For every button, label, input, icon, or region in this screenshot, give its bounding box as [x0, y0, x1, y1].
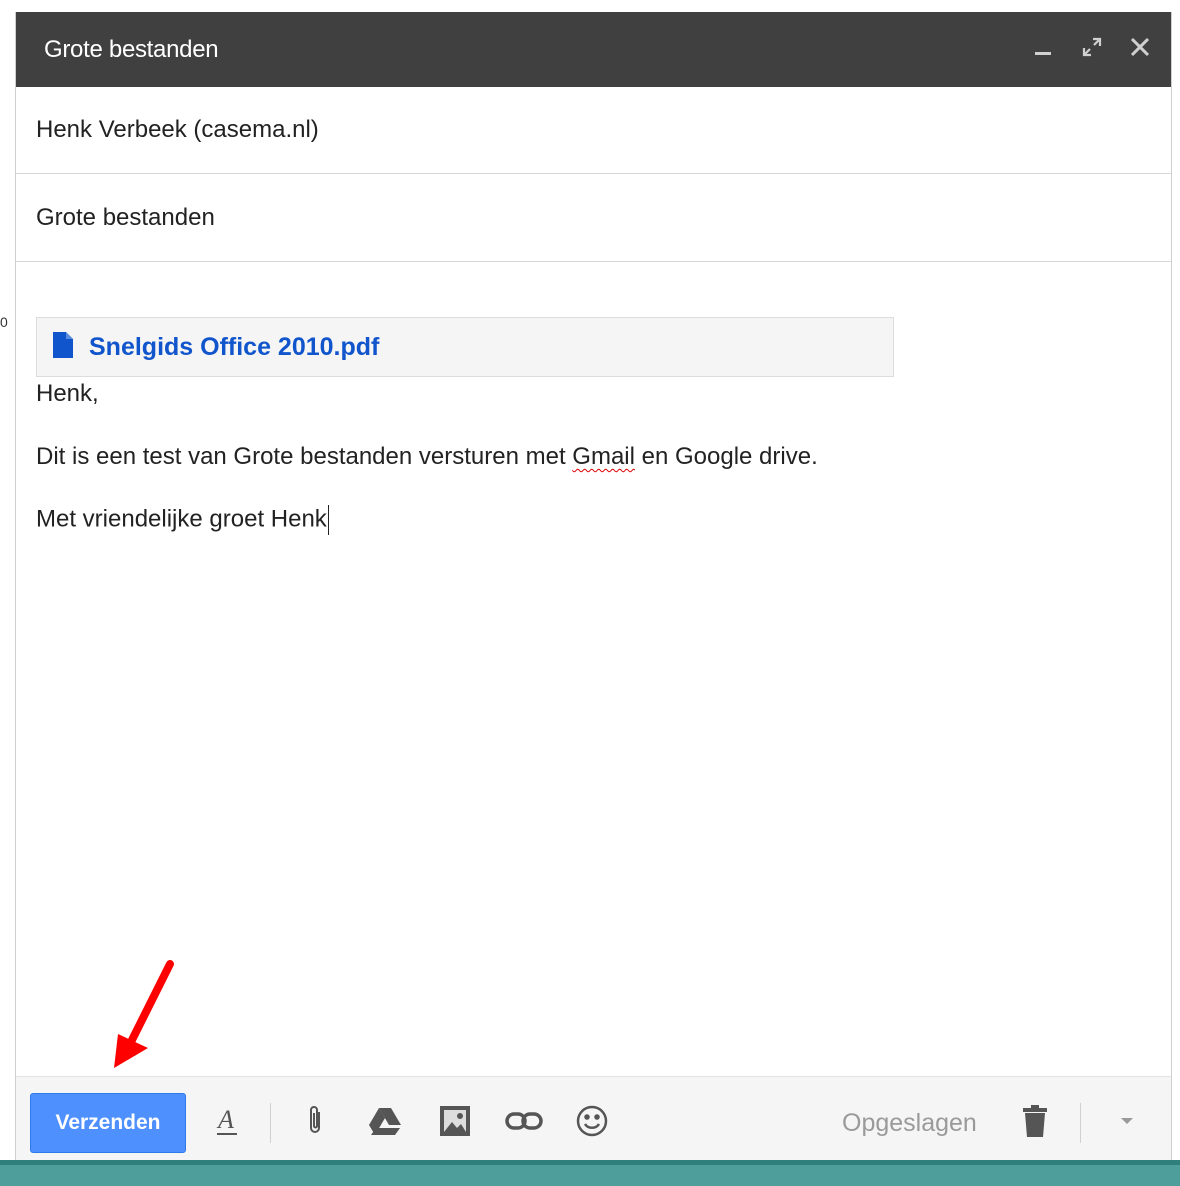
dropdown-icon[interactable]	[1107, 1101, 1147, 1141]
toolbar-separator	[1080, 1103, 1081, 1143]
saved-status: Opgeslagen	[842, 1109, 977, 1137]
recipient: Henk Verbeek (casema.nl)	[36, 116, 319, 143]
body-line-signature: Met vriendelijke groet Henk	[36, 505, 330, 535]
image-icon[interactable]	[435, 1101, 475, 1141]
signature-text: Met vriendelijke groet Henk	[36, 505, 327, 533]
svg-text:A: A	[216, 1105, 234, 1134]
compose-toolbar: Verzenden A Opgeslagen	[16, 1076, 1171, 1160]
toolbar-separator	[270, 1103, 271, 1143]
link-icon[interactable]	[504, 1101, 544, 1141]
annotation-arrow-icon	[112, 960, 176, 1077]
taskbar-stripe	[0, 1160, 1180, 1186]
body-line-greeting: Henk,	[36, 380, 99, 407]
misspelled-word[interactable]: Gmail	[572, 443, 635, 470]
to-field[interactable]: Henk Verbeek (casema.nl)	[16, 87, 1171, 174]
attach-icon[interactable]	[295, 1101, 335, 1141]
subject-field[interactable]: Grote bestanden	[16, 174, 1171, 262]
stray-character: 0	[0, 314, 8, 330]
drive-icon[interactable]	[365, 1101, 405, 1141]
minimize-icon[interactable]	[1033, 36, 1055, 63]
body-line-message: Dit is een test van Grote bestanden vers…	[36, 443, 818, 471]
compose-title-bar: Grote bestanden	[16, 12, 1171, 87]
subject-text: Grote bestanden	[36, 203, 215, 231]
compose-title: Grote bestanden	[44, 35, 219, 63]
send-button[interactable]: Verzenden	[30, 1093, 186, 1153]
format-text-icon[interactable]: A	[208, 1101, 248, 1141]
emoji-icon[interactable]	[572, 1101, 612, 1141]
taskbar-edge	[0, 1160, 1180, 1165]
attachment-link[interactable]: Snelgids Office 2010.pdf	[89, 333, 379, 362]
trash-icon[interactable]	[1015, 1101, 1055, 1141]
document-icon	[51, 331, 75, 364]
compose-window: Grote bestanden Henk Verbeek (casema.nl)…	[15, 12, 1172, 1160]
close-icon[interactable]	[1129, 36, 1151, 63]
body-text-pre: Dit is een test van Grote bestanden vers…	[36, 443, 573, 470]
text-cursor	[327, 505, 330, 535]
expand-icon[interactable]	[1081, 36, 1103, 63]
window-controls	[1033, 36, 1151, 63]
attachment-chip[interactable]: Snelgids Office 2010.pdf	[36, 317, 894, 377]
body-text-post: en Google drive.	[634, 443, 818, 470]
